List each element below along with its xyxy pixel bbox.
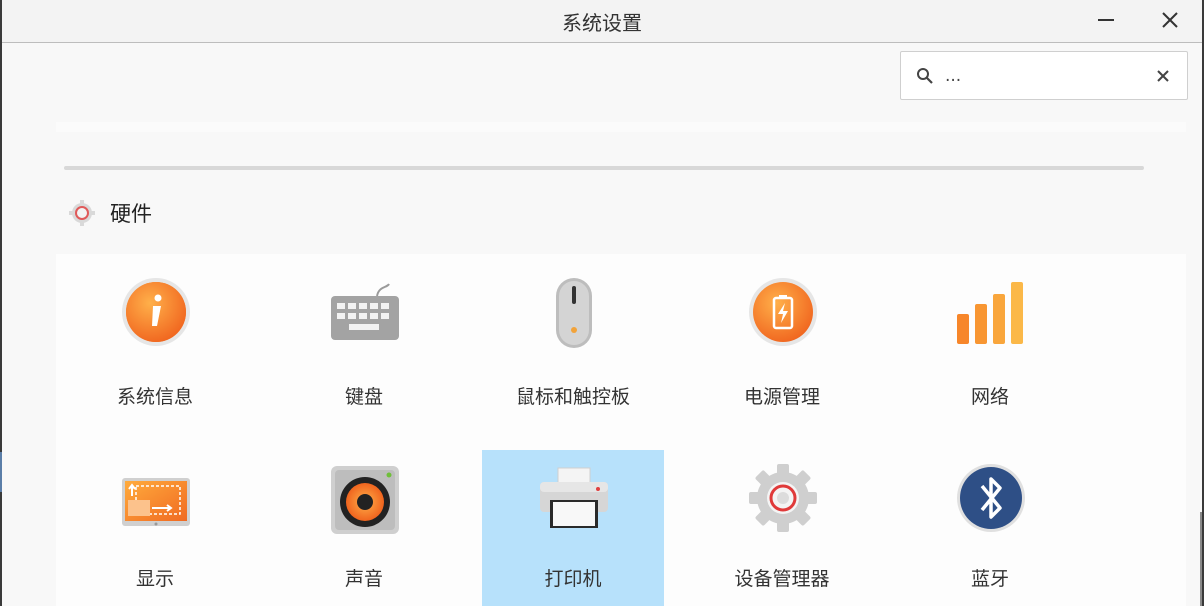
network-signal-icon [957,282,1023,344]
bluetooth-icon [957,464,1025,532]
tile-label: 蓝牙 [970,568,1009,590]
printer-icon [540,467,608,528]
clear-icon [1157,70,1169,82]
tile-device-manager[interactable]: 设备管理器 [691,450,873,606]
mouse-icon [556,278,592,348]
content-band [56,122,1186,132]
search-clear-button[interactable] [1153,66,1173,86]
tile-mouse-touchpad[interactable]: 鼠标和触控板 [482,254,664,430]
keyboard-icon [331,283,399,340]
section-divider [64,166,1144,170]
search-input[interactable] [945,62,1145,90]
minimize-icon [1098,19,1114,21]
tile-label: 鼠标和触控板 [515,386,630,408]
tile-label: 电源管理 [743,386,820,408]
section-header-hardware: 硬件 [68,198,152,228]
tile-printer[interactable]: 打印机 [482,450,664,606]
window-title: 系统设置 [562,11,642,35]
tile-label: 打印机 [544,568,602,590]
tile-keyboard[interactable]: 键盘 [273,254,455,430]
hardware-grid: 系统信息 键盘 鼠标和触控板 电源管理 网络 显示 声音 打印机 设备管理器 蓝… [56,254,1186,606]
close-icon [1162,12,1178,28]
tile-network[interactable]: 网络 [899,254,1081,430]
gear-icon [749,464,817,532]
close-button[interactable] [1150,0,1190,40]
title-bar: 系统设置 [2,0,1202,43]
tile-sound[interactable]: 声音 [273,450,455,606]
tile-system-info[interactable]: 系统信息 [64,254,246,430]
search-icon [917,68,933,84]
speaker-icon [331,466,399,534]
battery-icon [749,278,817,346]
settings-window: 系统设置 硬件 [0,0,1204,606]
tile-label: 设备管理器 [734,568,830,590]
tile-label: 网络 [970,386,1009,408]
tile-label: 键盘 [344,386,383,408]
tile-label: 系统信息 [116,386,193,408]
search-box[interactable] [900,51,1188,100]
tile-display[interactable]: 显示 [64,450,246,606]
tile-label: 显示 [135,568,174,590]
tile-bluetooth[interactable]: 蓝牙 [899,450,1081,606]
display-icon [122,478,190,526]
minimize-button[interactable] [1086,0,1126,40]
tile-label: 声音 [344,568,383,590]
tile-power-management[interactable]: 电源管理 [691,254,873,430]
section-title: 硬件 [110,202,152,226]
scrollbar[interactable] [1200,512,1202,606]
window-edge [0,452,2,492]
info-icon [122,278,190,346]
hardware-gear-icon [69,200,95,226]
